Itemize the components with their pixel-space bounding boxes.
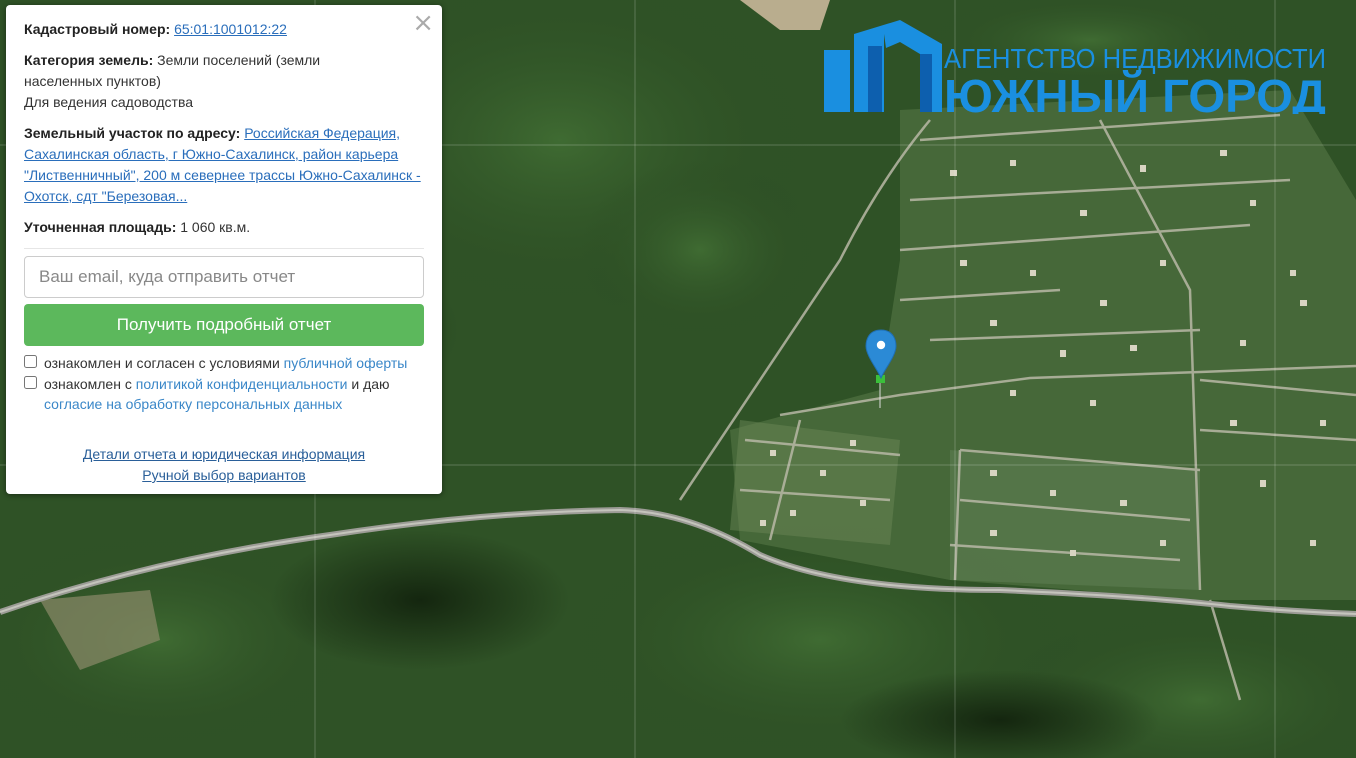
manual-selection-link[interactable]: Ручной выбор вариантов	[142, 467, 306, 483]
area-row: Уточненная площадь: 1 060 кв.м.	[24, 217, 424, 238]
email-input[interactable]	[24, 256, 424, 298]
offer-consent-text: ознакомлен и согласен с условиями	[44, 355, 280, 371]
area-label: Уточненная площадь:	[24, 219, 177, 235]
close-icon[interactable]: ×	[412, 9, 434, 37]
cadastral-number-link[interactable]: 65:01:1001012:22	[174, 21, 287, 37]
land-category-label: Категория земель:	[24, 52, 154, 68]
personal-data-consent-link[interactable]: согласие на обработку персональных данны…	[44, 396, 342, 412]
divider	[24, 248, 424, 249]
privacy-consent-text-2: и даю	[351, 376, 390, 392]
address-label: Земельный участок по адресу:	[24, 125, 241, 141]
privacy-consent-text: ознакомлен с	[44, 376, 132, 392]
offer-consent-checkbox[interactable]	[24, 355, 37, 368]
footer-links: Детали отчета и юридическая информация Р…	[24, 444, 424, 486]
parcel-info-popup: × Кадастровый номер: 65:01:1001012:22 Ка…	[6, 5, 442, 494]
privacy-consent: ознакомлен с политикой конфиденциальност…	[24, 374, 424, 414]
privacy-policy-link[interactable]: политикой конфиденциальности	[136, 376, 348, 392]
logo-line2: ЮЖНЫЙ ГОРОД	[944, 70, 1326, 114]
area-value: 1 060 кв.м.	[180, 219, 251, 235]
get-report-button[interactable]: Получить подробный отчет	[24, 304, 424, 346]
public-offer-link[interactable]: публичной оферты	[284, 355, 408, 371]
address-row: Земельный участок по адресу: Российская …	[24, 123, 424, 207]
privacy-consent-checkbox[interactable]	[24, 376, 37, 389]
land-category-row: Категория земель: Земли поселений (земли…	[24, 50, 384, 113]
cadastral-label: Кадастровый номер:	[24, 21, 171, 37]
offer-consent: ознакомлен и согласен с условиями публич…	[24, 353, 424, 373]
agency-logo: АГЕНТСТВО НЕДВИЖИМОСТИ ЮЖНЫЙ ГОРОД	[824, 20, 1328, 122]
land-use-value: Для ведения садоводства	[24, 94, 194, 110]
cadastral-number-row: Кадастровый номер: 65:01:1001012:22	[24, 19, 424, 40]
logo-mark-icon	[824, 20, 942, 112]
report-details-link[interactable]: Детали отчета и юридическая информация	[83, 446, 365, 462]
